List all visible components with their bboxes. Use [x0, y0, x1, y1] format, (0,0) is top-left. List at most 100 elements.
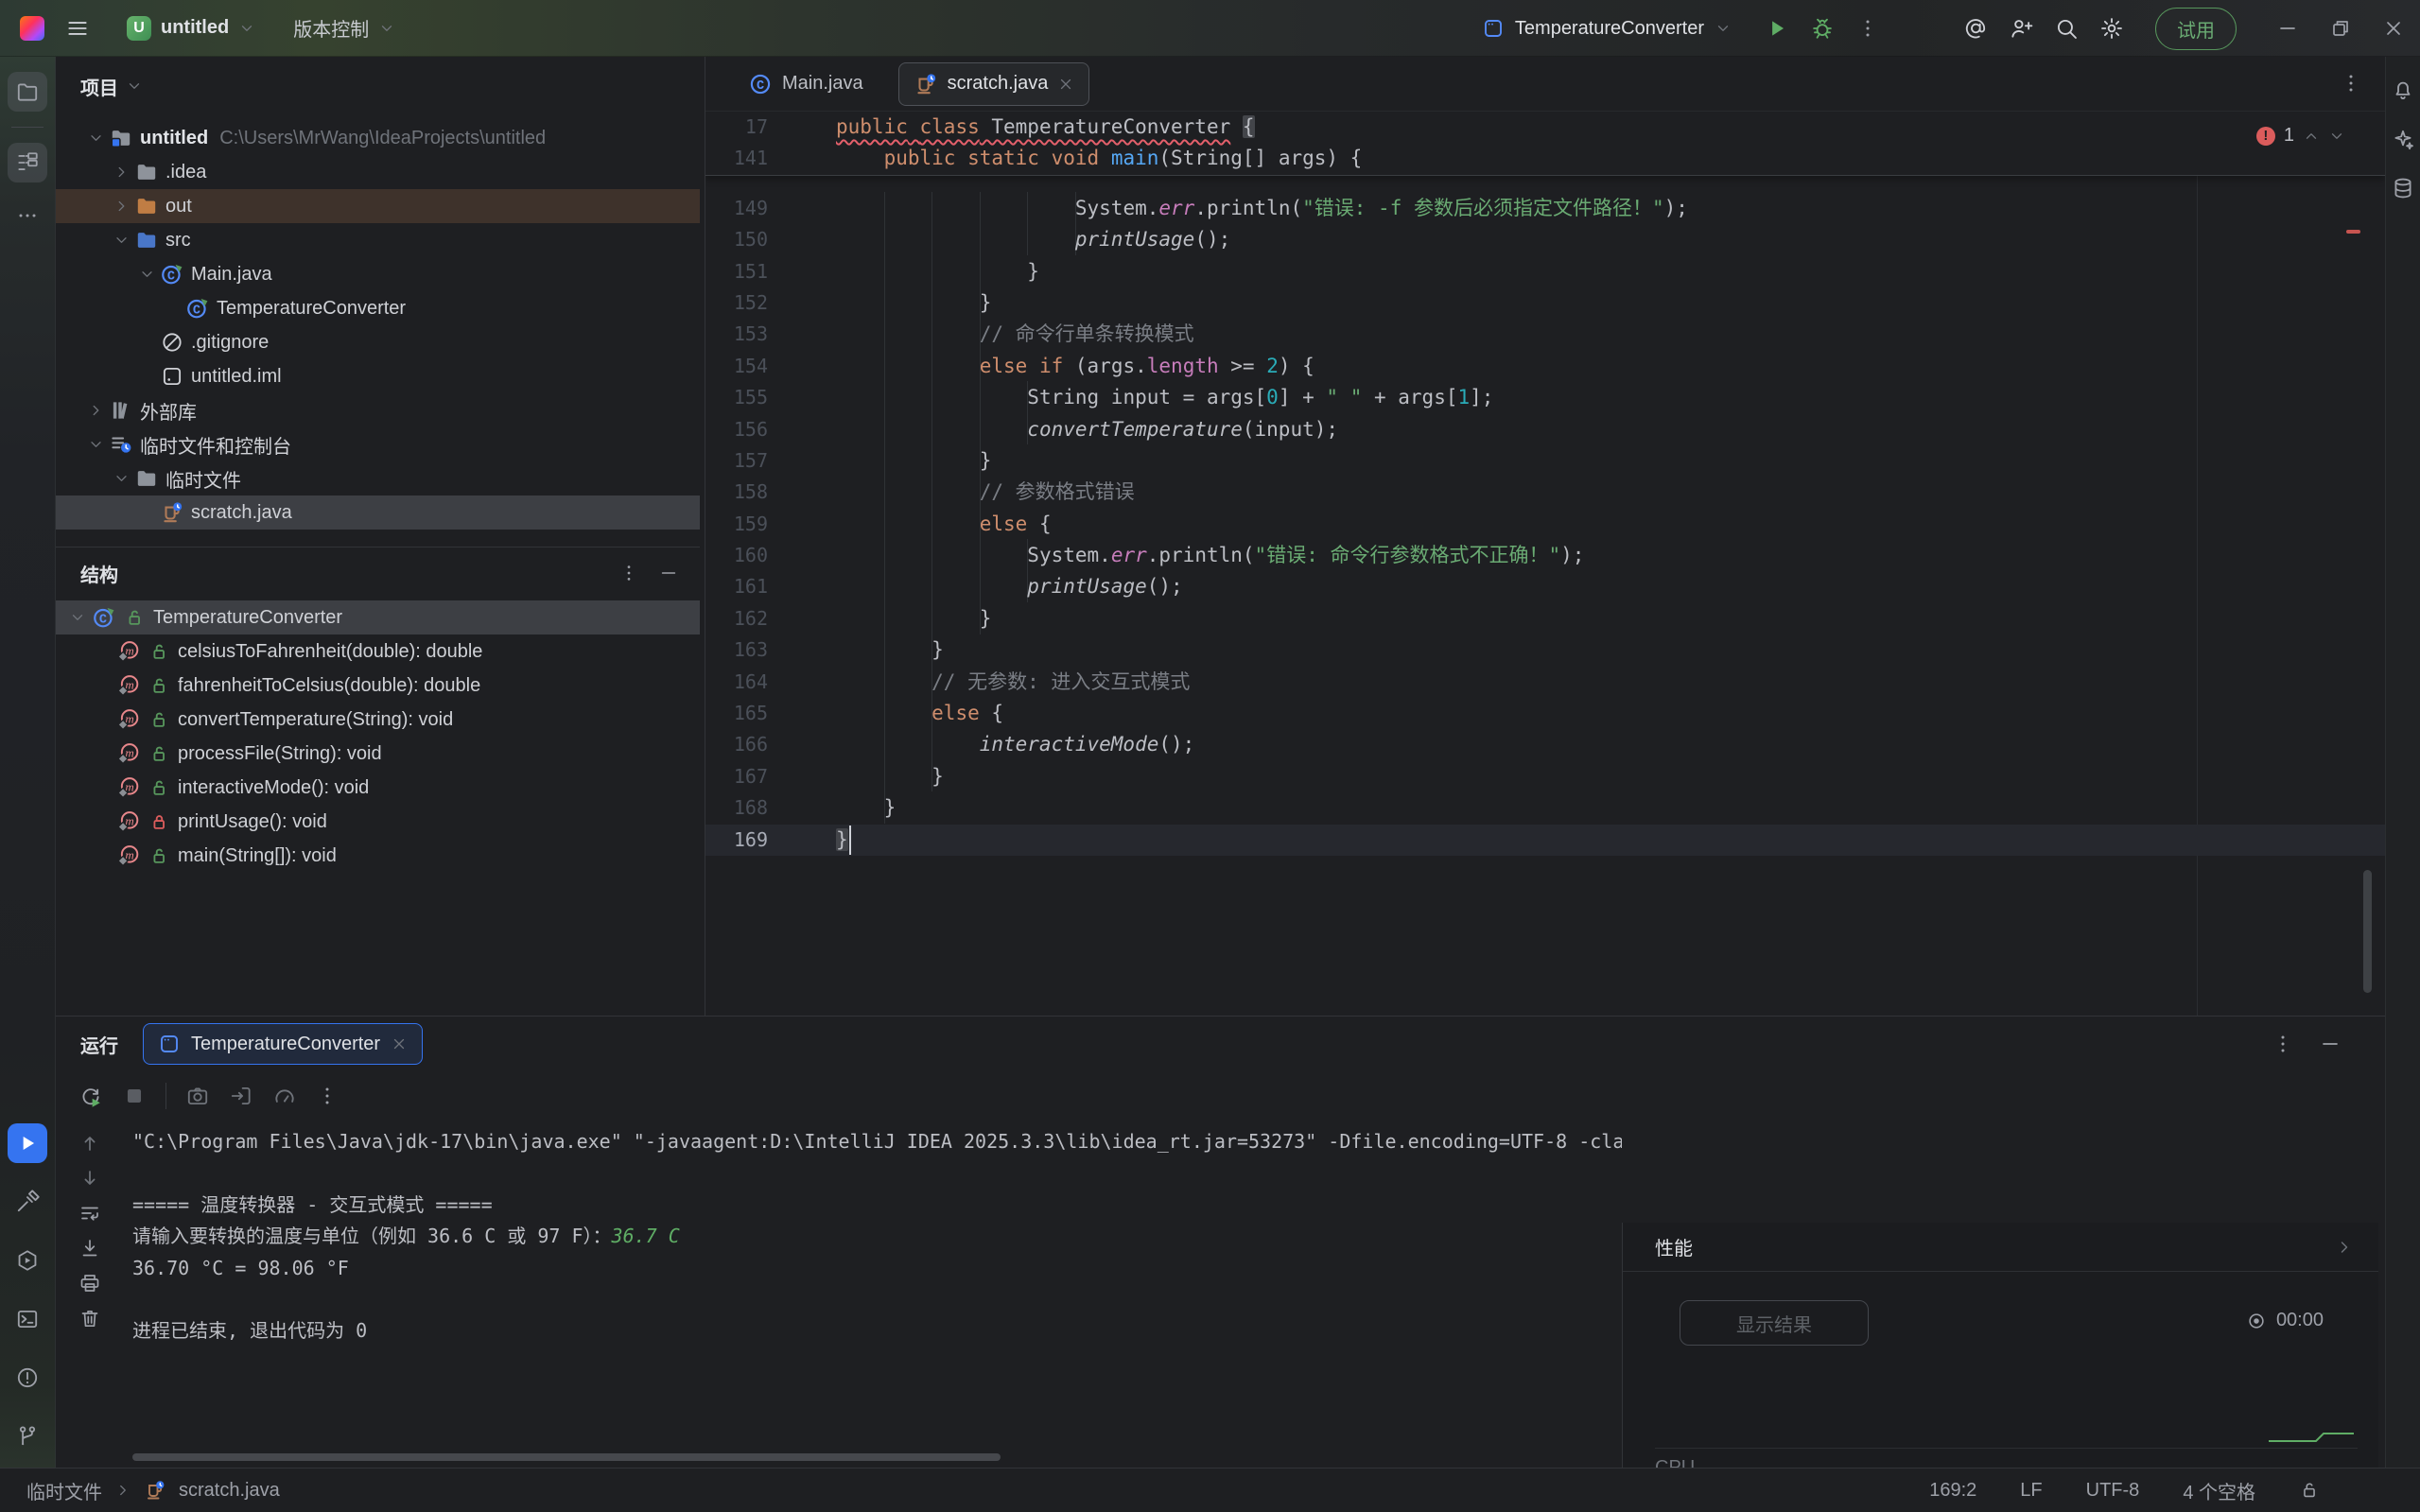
tree-row[interactable]: untitled.iml [56, 359, 700, 393]
structure-row[interactable]: mconvertTemperature(String): void [56, 703, 700, 737]
close-tab-icon[interactable] [1057, 76, 1074, 93]
console-output[interactable]: "C:\Program Files\Java\jdk-17\bin\java.e… [132, 1126, 1622, 1347]
vcs-widget[interactable]: 版本控制 [281, 9, 408, 48]
debug-button[interactable] [1800, 9, 1845, 48]
tree-row[interactable]: 外部库 [56, 393, 700, 427]
up-arrow-icon[interactable] [78, 1132, 101, 1155]
run-tab-temperatureconverter[interactable]: TemperatureConverter [143, 1023, 423, 1065]
console-horizontal-scrollbar[interactable] [132, 1453, 1001, 1461]
chevron-right-icon[interactable] [109, 198, 134, 215]
code-line[interactable]: 156 convertTemperature(input); [705, 414, 2385, 445]
code-line[interactable]: 141 public static void main(String[] arg… [705, 143, 2385, 174]
code-line[interactable]: 163 } [705, 634, 2385, 666]
project-tool-button[interactable] [8, 72, 47, 112]
code-line[interactable]: 165 else { [705, 698, 2385, 729]
code-line[interactable]: 157 } [705, 445, 2385, 477]
chevron-down-icon[interactable] [69, 609, 86, 626]
minimize-button[interactable] [2261, 0, 2314, 57]
tree-row[interactable]: CTemperatureConverter [56, 291, 700, 325]
soft-wrap-icon[interactable] [78, 1202, 101, 1225]
chevron-up-icon[interactable] [2303, 128, 2320, 145]
code-line[interactable]: 168 } [705, 792, 2385, 824]
tree-row[interactable]: out [56, 189, 700, 223]
file-encoding[interactable]: UTF-8 [2086, 1480, 2140, 1502]
gauge-icon[interactable] [272, 1084, 297, 1108]
line-separator[interactable]: LF [2020, 1480, 2042, 1502]
tree-row[interactable]: 临时文件和控制台 [56, 427, 700, 461]
kebab-menu-icon[interactable] [618, 563, 639, 583]
structure-row[interactable]: mfahrenheitToCelsius(double): double [56, 669, 700, 703]
chevron-right-icon[interactable] [109, 164, 134, 181]
structure-row[interactable]: mmain(String[]): void [56, 839, 700, 873]
more-tool-windows-button[interactable] [8, 196, 47, 235]
chevron-down-icon[interactable] [134, 266, 160, 283]
code-line[interactable]: 155 String input = args[0] + " " + args[… [705, 382, 2385, 413]
tree-row[interactable]: src [56, 223, 700, 257]
services-tool-button[interactable] [8, 1241, 47, 1280]
show-results-button[interactable]: 显示结果 [1680, 1300, 1869, 1346]
build-tool-button[interactable] [8, 1182, 47, 1222]
project-widget[interactable]: U untitled [114, 9, 268, 48]
structure-row[interactable]: mprintUsage(): void [56, 805, 700, 839]
caret-position[interactable]: 169:2 [1929, 1480, 1976, 1502]
rerun-icon[interactable] [78, 1084, 103, 1108]
breadcrumb-file[interactable]: scratch.java [179, 1480, 280, 1502]
chevron-down-icon[interactable] [83, 130, 109, 147]
structure-panel-header[interactable]: 结构 [56, 547, 700, 599]
chevron-down-icon[interactable] [109, 470, 134, 487]
tree-row[interactable]: .idea [56, 155, 700, 189]
structure-row[interactable]: CTemperatureConverter [56, 600, 700, 634]
code-line[interactable]: 166 interactiveMode(); [705, 729, 2385, 760]
structure-row[interactable]: minteractiveMode(): void [56, 771, 700, 805]
settings-button[interactable] [2089, 9, 2134, 48]
chevron-down-icon[interactable] [83, 436, 109, 453]
snapshot-camera-icon[interactable] [185, 1084, 210, 1108]
breadcrumb-root[interactable]: 临时文件 [26, 1477, 102, 1504]
main-menu-icon[interactable] [65, 16, 90, 41]
restore-button[interactable] [2314, 0, 2367, 57]
clear-console-icon[interactable] [78, 1307, 101, 1330]
editor-options-kebab-icon[interactable] [2340, 72, 2362, 95]
tree-row[interactable]: 临时文件 [56, 461, 700, 495]
attach-profiler-icon[interactable] [229, 1084, 253, 1108]
code-editor[interactable]: 17public class TemperatureConverter {141… [705, 112, 2385, 1016]
database-icon[interactable] [2391, 176, 2415, 200]
code-line[interactable]: 158 // 参数格式错误 [705, 477, 2385, 508]
close-button[interactable] [2367, 0, 2420, 57]
tree-row[interactable]: scratch.java [56, 495, 700, 530]
chevron-right-icon[interactable] [2335, 1238, 2354, 1257]
code-line[interactable]: 150 printUsage(); [705, 224, 2385, 255]
stop-icon[interactable] [122, 1084, 147, 1108]
kebab-menu-icon[interactable] [2272, 1033, 2294, 1055]
performance-header[interactable]: 性能 [1623, 1223, 2378, 1272]
editor-scrollbar[interactable] [2363, 870, 2372, 993]
code-line[interactable]: 162 } [705, 603, 2385, 634]
tab-scratch-java[interactable]: scratch.java [898, 62, 1090, 106]
structure-row[interactable]: mprocessFile(String): void [56, 737, 700, 771]
scroll-to-end-icon[interactable] [78, 1237, 101, 1260]
unlock-icon[interactable] [2299, 1480, 2320, 1501]
code-line[interactable]: 153 // 命令行单条转换模式 [705, 319, 2385, 350]
code-line[interactable]: 17public class TemperatureConverter { [705, 112, 2385, 143]
indent-setting[interactable]: 4 个空格 [2183, 1477, 2255, 1504]
code-line[interactable]: 164 // 无参数: 进入交互式模式 [705, 667, 2385, 698]
tree-row[interactable]: CMain.java [56, 257, 700, 291]
tree-row[interactable]: untitledC:\Users\MrWang\IdeaProjects\unt… [56, 121, 700, 155]
structure-row[interactable]: mcelsiusToFahrenheit(double): double [56, 634, 700, 669]
tree-row[interactable]: .gitignore [56, 325, 700, 359]
code-line[interactable]: 152 } [705, 287, 2385, 319]
run-configuration-selector[interactable]: TemperatureConverter [1472, 17, 1741, 40]
code-line[interactable]: 169} [705, 825, 2385, 856]
kebab-menu-icon[interactable] [316, 1085, 339, 1107]
code-with-me-button[interactable] [1998, 9, 2044, 48]
ai-chat-icon[interactable] [2391, 127, 2415, 151]
project-panel-header[interactable]: 项目 [56, 57, 700, 115]
search-everywhere-button[interactable] [2044, 9, 2089, 48]
terminal-tool-button[interactable] [8, 1299, 47, 1339]
notifications-bell-icon[interactable] [2391, 78, 2415, 102]
code-line[interactable]: 151 } [705, 256, 2385, 287]
run-button[interactable] [1754, 9, 1800, 48]
problems-tool-button[interactable] [8, 1358, 47, 1398]
git-tool-button[interactable] [8, 1416, 47, 1456]
hide-panel-icon[interactable] [658, 563, 679, 583]
